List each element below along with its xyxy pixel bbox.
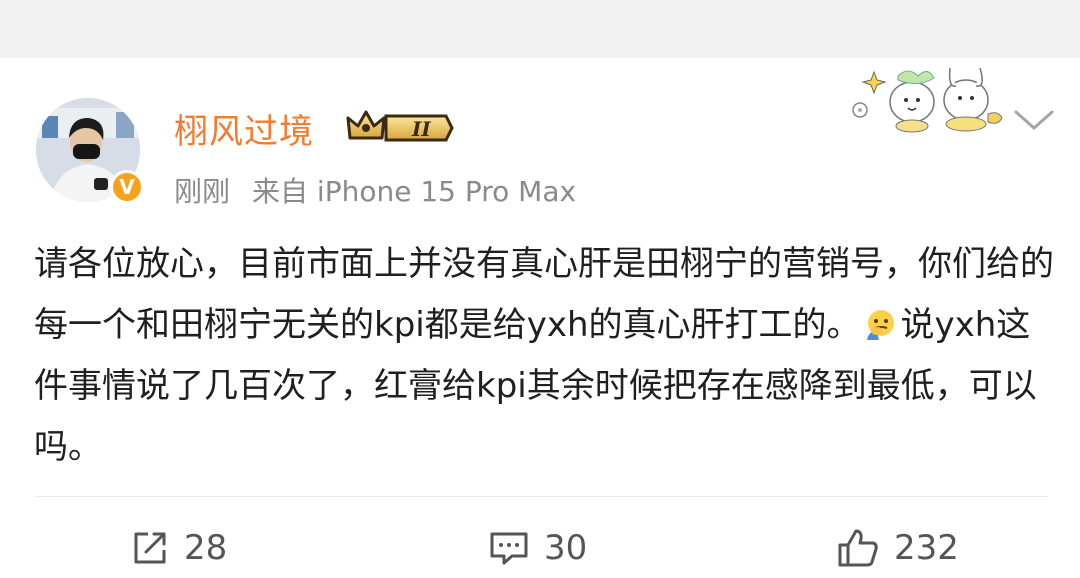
action-bar: 28 30 232 [0, 520, 1080, 576]
post-time: 刚刚 [174, 175, 231, 208]
avatar[interactable]: V [36, 98, 144, 204]
share-icon [134, 532, 166, 564]
comment-button[interactable]: 30 [488, 520, 587, 576]
top-bar [0, 0, 1080, 59]
post-source: 来自 iPhone 15 Pro Max [252, 175, 577, 208]
facepalm-emoji-icon [866, 310, 894, 340]
more-options-button[interactable] [1012, 106, 1056, 136]
post-meta: 刚刚 来自 iPhone 15 Pro Max [174, 170, 576, 210]
post-content: 请各位放心，目前市面上并没有真心肝是田栩宁的营销号，你们给的每一个和田栩宁无关的… [34, 234, 1054, 478]
post-card: V 栩风过境 II 刚刚 来自 iPhone 15 Pro Max 请各位放心，… [0, 58, 1080, 578]
level-text: II [411, 117, 431, 141]
like-count: 232 [894, 528, 959, 568]
member-level-badge[interactable]: II [346, 108, 454, 152]
comment-icon [490, 532, 528, 565]
divider [36, 496, 1048, 497]
comment-count: 30 [544, 528, 588, 568]
decorative-sticker-icon [848, 58, 1012, 138]
like-button[interactable]: 232 [836, 520, 959, 576]
username[interactable]: 栩风过境 [174, 104, 314, 153]
thumbs-up-icon [838, 529, 878, 567]
repost-button[interactable]: 28 [130, 520, 227, 576]
chevron-down-icon [1014, 110, 1054, 130]
verified-badge: V [110, 170, 144, 204]
repost-count: 28 [184, 528, 228, 568]
